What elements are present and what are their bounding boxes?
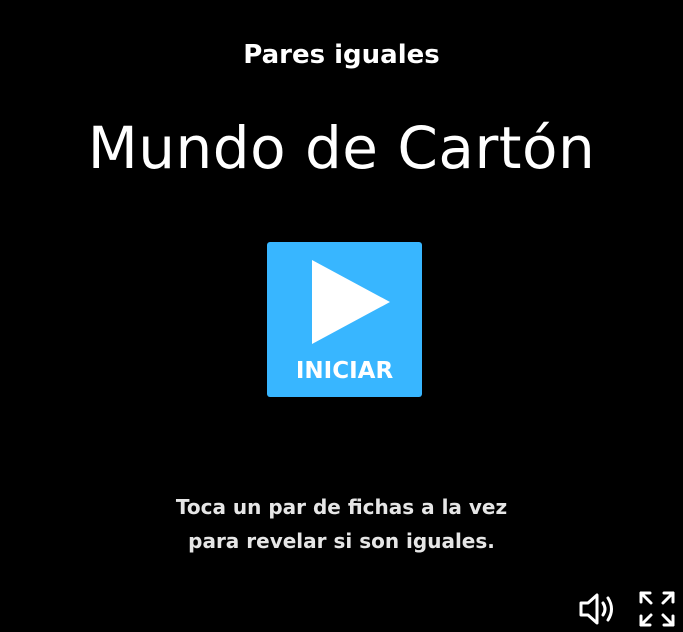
speaker-volume-icon xyxy=(579,593,613,625)
instructions-text: Toca un par de fichas a la vez para reve… xyxy=(0,490,683,558)
sound-toggle-button[interactable] xyxy=(578,592,618,626)
fullscreen-expand-icon xyxy=(639,591,675,627)
start-button-label: INICIAR xyxy=(295,358,394,384)
instructions-line-2: para revelar si son iguales. xyxy=(188,529,495,553)
fullscreen-toggle-button[interactable] xyxy=(638,590,676,628)
play-icon xyxy=(312,260,390,344)
instructions-line-1: Toca un par de fichas a la vez xyxy=(175,495,508,519)
game-title: Mundo de Cartón xyxy=(87,114,596,182)
game-subtitle: Pares iguales xyxy=(243,40,440,70)
start-button[interactable]: INICIAR xyxy=(267,242,422,397)
